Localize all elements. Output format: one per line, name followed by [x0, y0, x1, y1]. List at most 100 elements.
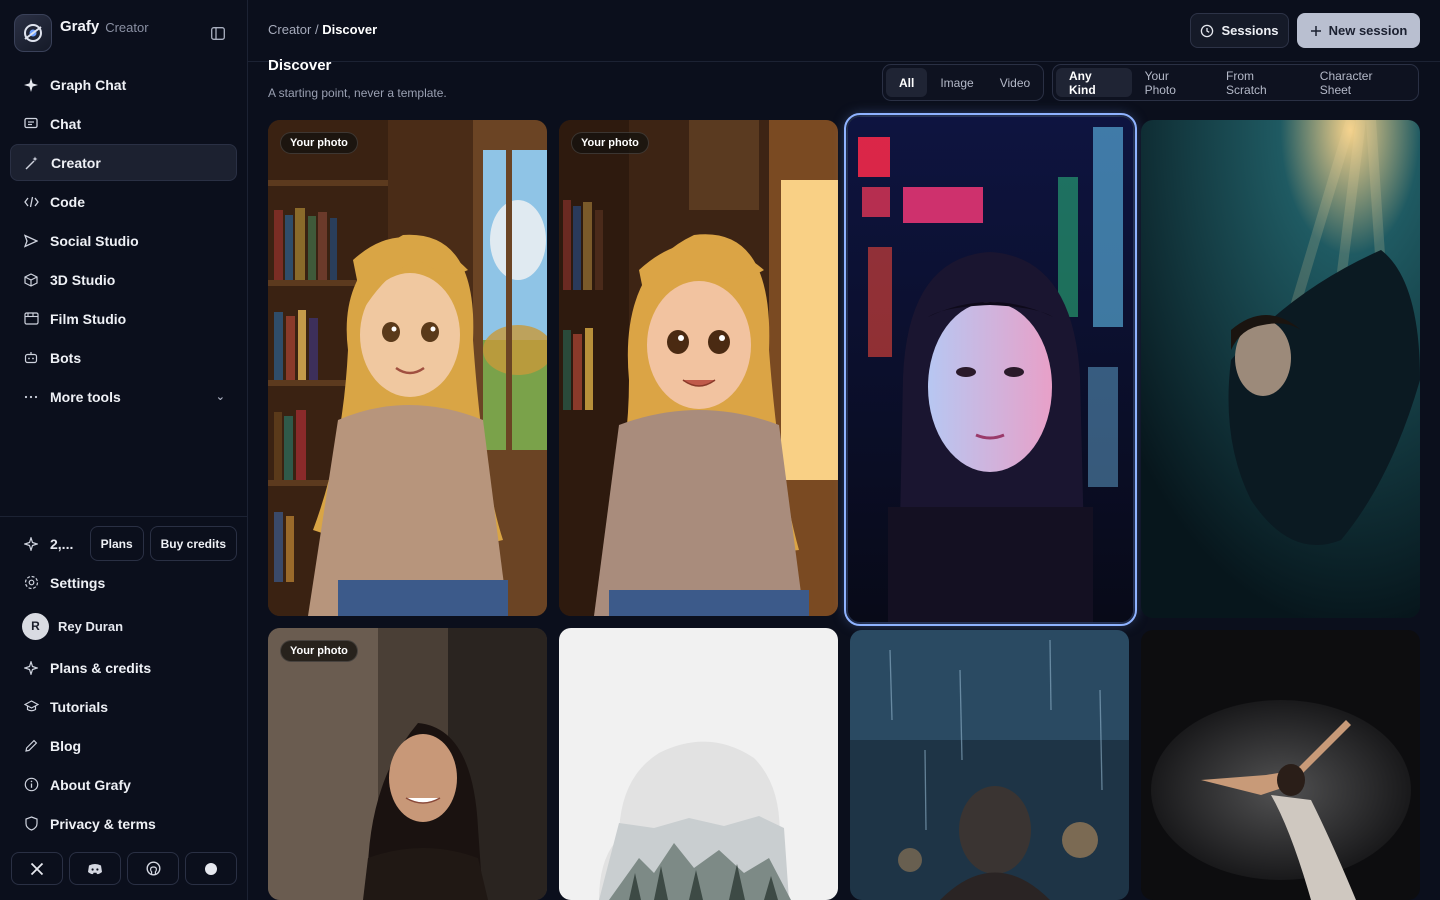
- nav-item-bots[interactable]: Bots: [10, 339, 237, 376]
- sessions-button[interactable]: Sessions: [1190, 13, 1289, 48]
- avatar: R: [22, 612, 49, 640]
- gallery-card-2[interactable]: Your photo: [559, 120, 838, 616]
- nav-label: About Grafy: [50, 776, 131, 793]
- history-icon: [1200, 24, 1214, 38]
- nav-label: More tools: [50, 388, 121, 405]
- nav-item-plans-credits[interactable]: Plans & credits: [10, 649, 237, 686]
- nav-label: Tutorials: [50, 698, 109, 715]
- nav-item-more-tools[interactable]: More tools ⌄: [10, 378, 237, 415]
- bot-icon: [23, 350, 39, 366]
- nav-label: Settings: [50, 574, 106, 591]
- illustrated-girl-library-image: [268, 120, 547, 616]
- breadcrumb-parent[interactable]: Creator: [268, 22, 311, 37]
- filter-video[interactable]: Video: [987, 68, 1043, 97]
- your-photo-badge: Your photo: [280, 640, 358, 662]
- filter-all[interactable]: All: [886, 68, 928, 97]
- illustrated-girl-window-image: [559, 120, 838, 616]
- nav-item-tutorials[interactable]: Tutorials: [10, 688, 237, 725]
- your-photo-badge: Your photo: [280, 132, 358, 154]
- sparkle-outline-icon: [23, 536, 39, 552]
- circle-icon[interactable]: [185, 852, 237, 885]
- nav-item-blog[interactable]: Blog: [10, 727, 237, 764]
- grafy-logo-icon: [14, 14, 52, 52]
- x-icon[interactable]: [11, 852, 63, 885]
- nav-item-creator[interactable]: Creator: [10, 144, 237, 181]
- new-session-button[interactable]: New session: [1297, 13, 1420, 48]
- gallery-card-1[interactable]: Your photo: [268, 120, 547, 616]
- info-icon: [23, 777, 39, 793]
- top-bar: Creator / Discover Sessions New session: [248, 0, 1440, 62]
- gallery-card-3[interactable]: [844, 113, 1137, 626]
- cube-icon: [23, 272, 39, 288]
- gallery-card-7[interactable]: [850, 630, 1129, 900]
- media-type-filter: All Image Video: [882, 64, 1044, 101]
- nav-item-film-studio[interactable]: Film Studio: [10, 300, 237, 337]
- brand[interactable]: Grafy Creator: [14, 14, 149, 52]
- filter-image[interactable]: Image: [927, 68, 986, 97]
- gallery-card-6[interactable]: [559, 628, 838, 900]
- sidebar-toggle-icon[interactable]: [209, 24, 227, 42]
- filter-any-kind[interactable]: Any Kind: [1056, 68, 1132, 97]
- page-title: Discover: [268, 57, 332, 74]
- nav-item-social-studio[interactable]: Social Studio: [10, 222, 237, 259]
- gallery-card-8[interactable]: [1141, 630, 1420, 900]
- discord-icon[interactable]: [69, 852, 121, 885]
- nav-label: Privacy & terms: [50, 815, 156, 832]
- sidebar-divider: [0, 516, 248, 517]
- user-profile[interactable]: R Rey Duran: [10, 603, 237, 649]
- filter-your-photo[interactable]: Your Photo: [1132, 68, 1213, 97]
- sidebar: Grafy Creator Graph Chat Chat Creator Co…: [0, 0, 248, 900]
- nav-item-chat[interactable]: Chat: [10, 105, 237, 142]
- film-icon: [23, 311, 39, 327]
- pencil-icon: [23, 738, 39, 754]
- filter-character-sheet[interactable]: Character Sheet: [1307, 68, 1415, 97]
- double-exposure-silhouette-image: [559, 628, 838, 900]
- breadcrumb-separator: /: [311, 22, 323, 37]
- social-links: [11, 852, 237, 885]
- nav-label: Graph Chat: [50, 76, 127, 93]
- plus-icon: [1310, 25, 1322, 37]
- kind-filter: Any Kind Your Photo From Scratch Charact…: [1052, 64, 1419, 101]
- shield-icon: [23, 816, 39, 832]
- nav-label: Code: [50, 193, 85, 210]
- chat-icon: [23, 116, 39, 132]
- chevron-down-icon[interactable]: ⌄: [216, 390, 225, 403]
- your-photo-badge: Your photo: [571, 132, 649, 154]
- credits-value: 2,...: [50, 535, 74, 552]
- page-subtitle: A starting point, never a template.: [268, 86, 447, 100]
- nav-label: Plans & credits: [50, 659, 152, 676]
- new-session-label: New session: [1328, 23, 1408, 38]
- buy-credits-button[interactable]: Buy credits: [149, 526, 237, 561]
- nav-label: 3D Studio: [50, 271, 116, 288]
- graduation-cap-icon: [23, 699, 39, 715]
- filter-from-scratch[interactable]: From Scratch: [1213, 68, 1307, 97]
- bottom-nav: Settings R Rey Duran Plans & credits Tut…: [10, 564, 237, 844]
- user-name: Rey Duran: [58, 618, 124, 634]
- nav-item-about[interactable]: About Grafy: [10, 766, 237, 803]
- plans-button[interactable]: Plans: [89, 526, 144, 561]
- woman-brick-wall-image: [268, 628, 547, 900]
- gallery-card-5[interactable]: Your photo: [268, 628, 547, 900]
- main-nav: Graph Chat Chat Creator Code Social Stud…: [10, 66, 237, 417]
- breadcrumb-current: Discover: [322, 22, 378, 37]
- nav-item-graph-chat[interactable]: Graph Chat: [10, 66, 237, 103]
- rain-window-woman-image: [850, 630, 1129, 900]
- sparkle-outline-icon: [23, 660, 39, 676]
- credits-row: 2,... Plans Buy credits: [10, 526, 237, 561]
- nav-item-3d-studio[interactable]: 3D Studio: [10, 261, 237, 298]
- gallery-card-4[interactable]: [1141, 120, 1420, 618]
- nav-item-privacy[interactable]: Privacy & terms: [10, 805, 237, 842]
- neon-hoodie-portrait-image: [848, 117, 1133, 622]
- gear-icon: [23, 575, 39, 591]
- nav-item-settings[interactable]: Settings: [10, 564, 237, 601]
- code-icon: [23, 194, 39, 210]
- nav-item-code[interactable]: Code: [10, 183, 237, 220]
- nav-label: Film Studio: [50, 310, 127, 327]
- nav-label: Social Studio: [50, 232, 139, 249]
- send-icon: [23, 233, 39, 249]
- more-icon: [23, 389, 39, 405]
- breadcrumb: Creator / Discover: [268, 22, 377, 37]
- dancer-smoke-image: [1141, 630, 1420, 900]
- github-icon[interactable]: [127, 852, 179, 885]
- credits-balance[interactable]: 2,...: [10, 536, 84, 552]
